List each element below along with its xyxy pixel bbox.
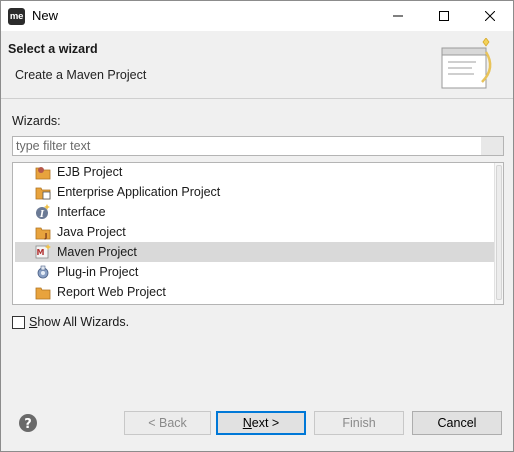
wizard-header: Select a wizard Create a Maven Project [1, 31, 513, 99]
new-wizard-banner-icon [441, 38, 492, 89]
filter-field[interactable] [12, 136, 504, 156]
list-item-label: Interface [57, 205, 106, 219]
list-item-label: Plug-in Project [57, 265, 139, 279]
back-button[interactable]: < Back [124, 411, 211, 435]
list-item[interactable] [15, 302, 495, 305]
list-item[interactable]: Plug-in Project [15, 262, 495, 282]
filter-input[interactable] [13, 137, 481, 155]
list-item[interactable]: I Interface [15, 202, 495, 222]
svg-text:?: ? [24, 417, 32, 432]
list-item[interactable]: M Maven Project [15, 242, 495, 262]
header-description: Create a Maven Project [15, 68, 147, 82]
help-icon[interactable]: ? [18, 413, 38, 433]
maximize-button[interactable] [421, 1, 467, 31]
list-item-label: Java Project [57, 225, 126, 239]
svg-text:M: M [37, 248, 45, 257]
cancel-button[interactable]: Cancel [412, 411, 502, 435]
minimize-icon [393, 15, 403, 17]
java-project-icon: J [35, 227, 51, 240]
enterprise-application-icon [35, 187, 51, 200]
wizard-tree[interactable]: EJB Project Enterprise Application Proje… [12, 162, 504, 305]
svg-text:I: I [39, 210, 45, 220]
plugin-project-icon [37, 265, 49, 279]
close-button[interactable] [467, 1, 513, 31]
list-item-label: Maven Project [57, 245, 137, 259]
report-web-project-icon [35, 287, 51, 300]
list-item[interactable]: J Java Project [15, 222, 495, 242]
new-wizard-dialog: me New Select a wizard Create a Maven Pr… [0, 0, 514, 452]
wizards-label: Wizards: [12, 114, 61, 128]
list-item-label: Enterprise Application Project [57, 185, 221, 199]
next-button[interactable]: Next > [216, 411, 306, 435]
interface-icon: I [36, 204, 50, 220]
list-item[interactable]: Enterprise Application Project [15, 182, 495, 202]
footer-divider [1, 396, 513, 397]
list-item[interactable]: EJB Project [15, 163, 495, 182]
title-bar[interactable]: me New [1, 1, 513, 31]
window-title: New [32, 8, 59, 23]
scrollbar-thumb[interactable] [496, 165, 502, 300]
ejb-project-icon [35, 167, 51, 180]
maximize-icon [439, 11, 449, 21]
app-icon: me [8, 8, 25, 25]
minimize-button[interactable] [375, 1, 421, 31]
filter-clear-button[interactable] [481, 137, 503, 155]
close-icon [485, 11, 495, 21]
svg-text:J: J [44, 232, 48, 240]
list-item-label: Report Web Project [57, 285, 166, 299]
list-item[interactable]: Report Web Project [15, 282, 495, 302]
folder-icon [35, 304, 51, 305]
show-all-wizards-label: Show All Wizards. [29, 315, 130, 329]
header-title: Select a wizard [8, 42, 98, 56]
show-all-wizards-checkbox[interactable]: Show All Wizards. [12, 314, 129, 330]
wizard-list-scrollbar[interactable] [494, 163, 503, 304]
checkbox-box[interactable] [12, 315, 25, 329]
list-item-label: EJB Project [57, 165, 123, 179]
maven-project-icon: M [35, 244, 51, 259]
finish-button[interactable]: Finish [314, 411, 404, 435]
